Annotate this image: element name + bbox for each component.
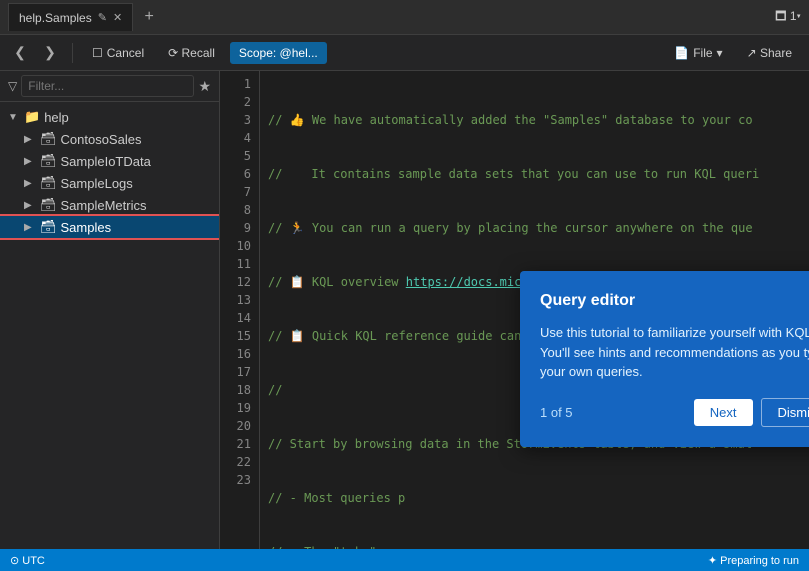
line-num-23: 23 [220,471,251,489]
window-controls[interactable]: 🗖 1▾ [775,7,801,28]
popup-footer: 1 of 5 Next Dismiss [540,398,809,427]
tree-item-samplelogs[interactable]: ▶ 🗃 SampleLogs [0,172,219,194]
code-line-8: // - Most queries p [268,489,801,507]
tree-db-icon-samplemetrics: 🗃 [40,197,57,213]
main-content: ▽ ★ ▼ 📁 help ▶ 🗃 ContosoSales ▶ 🗃 Sample… [0,71,809,549]
line-num-4: 4 [220,129,251,147]
popup-counter: 1 of 5 [540,405,686,420]
nav-right-button[interactable]: ❯ [38,41,62,65]
tree-chevron-samples: ▶ [24,222,36,233]
tree-folder-icon-help: 📁 [24,109,40,125]
tree-item-samples[interactable]: ▶ 🗃 Samples [0,216,219,238]
tree-label-help: help [44,110,69,125]
tree-chevron-help: ▼ [8,112,20,123]
tree-db-icon-samplelogs: 🗃 [40,175,57,191]
tree-chevron-samplelogs: ▶ [24,178,36,189]
line-num-16: 16 [220,345,251,363]
tree-item-contososales[interactable]: ▶ 🗃 ContosoSales [0,128,219,150]
status-right: ✦ Preparing to run [708,554,799,567]
line-num-5: 5 [220,147,251,165]
file-label: File [693,46,712,60]
tree-label-contososales: ContosoSales [61,132,142,147]
file-chevron: ▾ [717,46,723,60]
tree-view: ▼ 📁 help ▶ 🗃 ContosoSales ▶ 🗃 SampleIoTD… [0,102,219,549]
recall-button[interactable]: ⟳ Recall [159,42,224,64]
tree-label-samplelogs: SampleLogs [61,176,133,191]
tree-chevron-samplemetrics: ▶ [24,200,36,211]
tree-chevron-contososales: ▶ [24,134,36,145]
tree-label-samples: Samples [61,220,112,235]
status-preparing: ✦ Preparing to run [708,554,799,567]
tree-chevron-sampleiotdata: ▶ [24,156,36,167]
editor-area: 1 2 3 4 5 6 7 8 9 10 11 12 13 14 15 16 1… [220,71,809,549]
tree-db-icon-samples: 🗃 [40,219,57,235]
recall-label: ⟳ Recall [168,46,215,60]
cancel-button[interactable]: ☐ Cancel [83,42,153,64]
tab-edit-icon[interactable]: ✎ [98,11,107,24]
line-num-10: 10 [220,237,251,255]
toolbar-separator [72,43,73,63]
line-num-12: 12 [220,273,251,291]
line-num-6: 6 [220,165,251,183]
filter-input[interactable] [21,75,194,97]
line-num-2: 2 [220,93,251,111]
line-num-3: 3 [220,111,251,129]
tree-label-sampleiotdata: SampleIoTData [61,154,151,169]
line-num-20: 20 [220,417,251,435]
line-num-11: 11 [220,255,251,273]
scope-button[interactable]: Scope: @hel... [230,42,327,64]
tab-close-icon[interactable]: ✕ [113,11,122,24]
tree-db-icon-sampleiotdata: 🗃 [40,153,57,169]
title-bar: help.Samples ✎ ✕ + 🗖 1▾ [0,0,809,35]
code-line-3: // 🏃 You can run a query by placing the … [268,219,801,237]
new-tab-button[interactable]: + [137,5,161,29]
tree-item-samplemetrics[interactable]: ▶ 🗃 SampleMetrics [0,194,219,216]
line-num-19: 19 [220,399,251,417]
file-icon: 📄 [674,46,689,60]
code-line-1: // 👍 We have automatically added the "Sa… [268,111,801,129]
code-line-2: // It contains sample data sets that you… [268,165,801,183]
query-editor-popup: Query editor ✕ Use this tutorial to fami… [520,271,809,447]
share-label: ↗ Share [747,46,792,60]
line-num-8: 8 [220,201,251,219]
line-numbers: 1 2 3 4 5 6 7 8 9 10 11 12 13 14 15 16 1… [220,71,260,549]
status-bar: ⊙ UTC ✦ Preparing to run [0,549,809,571]
sidebar-actions-icon[interactable]: ★ [198,78,211,95]
line-num-18: 18 [220,381,251,399]
popup-title: Query editor [540,292,635,310]
line-num-17: 17 [220,363,251,381]
status-utc: ⊙ UTC [10,554,45,567]
cancel-icon: ☐ [92,46,103,60]
dismiss-button[interactable]: Dismiss [761,398,809,427]
line-num-14: 14 [220,309,251,327]
popup-header: Query editor ✕ [540,291,809,311]
tree-label-samplemetrics: SampleMetrics [61,198,147,213]
code-line-9: // - The "take" op [268,543,801,549]
tree-item-help[interactable]: ▼ 📁 help [0,106,219,128]
share-button[interactable]: ↗ Share [738,42,801,64]
popup-body: Use this tutorial to familiarize yoursel… [540,323,809,382]
nav-left-button[interactable]: ❮ [8,41,32,65]
tree-item-sampleiotdata[interactable]: ▶ 🗃 SampleIoTData [0,150,219,172]
tab-label: help.Samples [19,11,92,25]
tree-db-icon-contososales: 🗃 [40,131,57,147]
toolbar: ❮ ❯ ☐ Cancel ⟳ Recall Scope: @hel... 📄 F… [0,35,809,71]
line-num-1: 1 [220,75,251,93]
cancel-label: Cancel [107,46,144,60]
line-num-7: 7 [220,183,251,201]
line-num-22: 22 [220,453,251,471]
file-button[interactable]: 📄 File ▾ [665,42,731,64]
scope-label: Scope: @hel... [239,46,318,60]
tab-help-samples[interactable]: help.Samples ✎ ✕ [8,3,133,31]
line-num-9: 9 [220,219,251,237]
filter-icon: ▽ [8,79,17,93]
sidebar-filter-bar: ▽ ★ [0,71,219,102]
line-num-21: 21 [220,435,251,453]
line-num-15: 15 [220,327,251,345]
toolbar-right: 📄 File ▾ ↗ Share [665,42,801,64]
line-num-13: 13 [220,291,251,309]
next-button[interactable]: Next [694,399,753,426]
sidebar: ▽ ★ ▼ 📁 help ▶ 🗃 ContosoSales ▶ 🗃 Sample… [0,71,220,549]
